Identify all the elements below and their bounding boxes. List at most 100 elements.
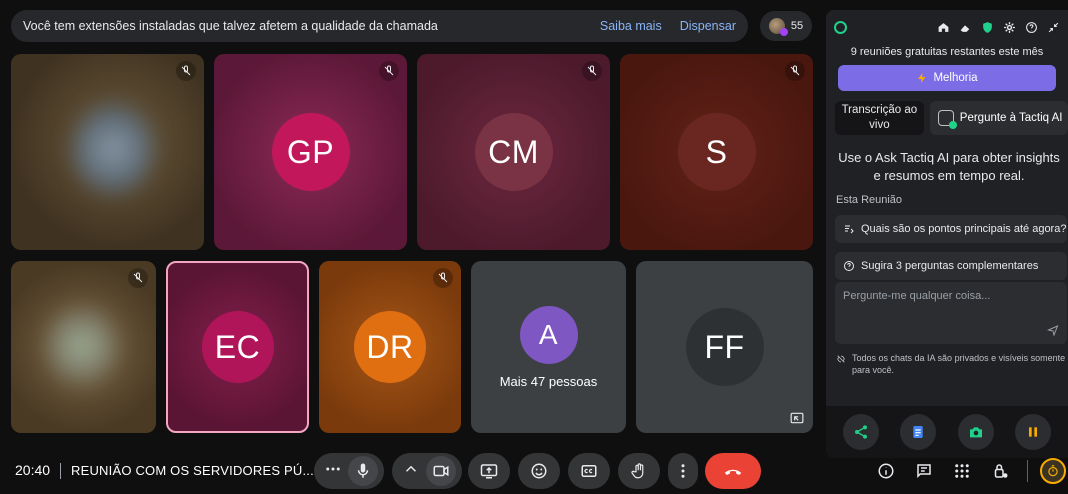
muted-mic-icon — [176, 61, 196, 81]
muted-mic-icon — [433, 268, 453, 288]
avatar-ec: EC — [201, 311, 274, 383]
more-vert-icon — [681, 464, 685, 478]
notice-text: Você tem extensões instaladas que talvez… — [23, 19, 438, 33]
private-icon — [837, 355, 845, 363]
raise-hand-button[interactable] — [618, 453, 660, 489]
reactions-button[interactable] — [518, 453, 560, 489]
extensions-notice: Você tem extensões instaladas que talvez… — [11, 10, 748, 42]
learn-more-link[interactable]: Saiba mais — [600, 19, 662, 33]
suggestion-label: Sugira 3 perguntas complementares — [861, 260, 1039, 273]
captions-button[interactable] — [568, 453, 610, 489]
suggestion-label: Quais são os pontos principais até agora… — [861, 223, 1067, 236]
tactiq-panel: 9 reuniões gratuitas restantes este mês … — [826, 10, 1068, 458]
hand-icon — [631, 463, 644, 479]
activities-icon[interactable] — [952, 461, 972, 481]
more-options-button[interactable] — [668, 453, 698, 489]
tile-cm[interactable]: CM — [417, 54, 610, 250]
divider — [60, 463, 61, 479]
suggestion-follow-up[interactable]: Sugira 3 perguntas complementares — [835, 252, 1067, 281]
ask-ai-icon — [937, 110, 957, 129]
muted-mic-icon — [128, 268, 148, 288]
tab-live-transcription[interactable]: Transcrição ao vivo — [835, 101, 924, 135]
present-button[interactable] — [468, 453, 510, 489]
lightning-icon — [918, 73, 926, 83]
privacy-text: Todos os chats da IA são privados e visí… — [852, 353, 1066, 376]
panel-toolbar — [826, 10, 1068, 44]
avatar-cm: CM — [474, 113, 553, 191]
emoji-icon — [531, 463, 547, 479]
meet-window: Você tem extensões instaladas que talvez… — [0, 0, 1068, 494]
tile-s[interactable]: S — [620, 54, 813, 250]
participants-chip[interactable]: 55 — [760, 11, 812, 41]
ask-input[interactable]: Pergunte-me qualquer coisa... — [835, 282, 1067, 345]
avatar-s: S — [677, 113, 756, 191]
tile-video-1[interactable] — [11, 54, 204, 250]
chat-icon[interactable] — [914, 461, 934, 481]
participant-count: 55 — [790, 20, 804, 32]
shield-icon[interactable] — [981, 21, 994, 34]
section-label: Esta Reunião — [836, 194, 903, 207]
privacy-note: Todos os chats da IA são privados e visí… — [836, 352, 1068, 376]
free-meetings-note: 9 reuniões gratuitas restantes este mês — [850, 46, 1044, 58]
tab-ask-tactiq[interactable]: Pergunte à Tactiq AI — [929, 101, 1068, 135]
tile-gp[interactable]: GP — [214, 54, 407, 250]
microphone-button[interactable] — [348, 456, 378, 486]
summary-icon — [845, 225, 854, 234]
blurred-video — [47, 307, 117, 385]
avatar-gp: GP — [271, 113, 350, 191]
tab-ask-label: Pergunte à Tactiq AI — [959, 111, 1063, 124]
upgrade-label: Melhoria — [933, 72, 978, 84]
more-people-label: Mais 47 pessoas — [499, 373, 598, 389]
pause-transcription-button[interactable] — [1015, 414, 1052, 450]
question-icon — [844, 261, 854, 272]
share-icon — [854, 425, 867, 439]
collapse-icon[interactable] — [1047, 21, 1060, 34]
pip-icon[interactable] — [789, 411, 805, 425]
muted-mic-icon — [785, 61, 805, 81]
divider — [1027, 460, 1028, 482]
chevron-up-icon[interactable] — [402, 460, 420, 483]
camera-button[interactable] — [426, 456, 456, 486]
google-docs-icon — [913, 426, 923, 438]
meeting-name: REUNIÃO COM OS SERVIDORES PÚ... — [71, 463, 314, 478]
avatar-dr: DR — [354, 311, 426, 383]
screenshot-button[interactable] — [957, 414, 994, 450]
dismiss-link[interactable]: Dispensar — [680, 19, 736, 33]
tactiq-logo-icon — [834, 20, 847, 34]
docs-button[interactable] — [900, 414, 937, 450]
blurred-video — [73, 104, 153, 194]
camera-control — [392, 453, 462, 489]
gear-icon[interactable] — [1003, 21, 1016, 34]
muted-mic-icon — [582, 61, 602, 81]
suggestion-key-points[interactable]: Quais são os pontos principais até agora… — [835, 215, 1067, 244]
more-audio-options-icon[interactable] — [324, 460, 342, 483]
tactiq-timer-icon[interactable] — [1040, 458, 1066, 484]
present-screen-icon — [480, 464, 498, 479]
info-icon[interactable] — [876, 461, 896, 481]
help-icon[interactable] — [1025, 21, 1038, 34]
participant-avatar — [768, 18, 788, 36]
mic-control — [314, 453, 384, 489]
send-icon[interactable] — [1047, 324, 1059, 337]
clock: 20:40 — [15, 462, 51, 478]
camera-icon — [969, 427, 982, 438]
ask-input-placeholder: Pergunte-me qualquer coisa... — [843, 290, 991, 303]
muted-mic-icon — [379, 61, 399, 81]
leave-call-button[interactable] — [705, 453, 761, 489]
panel-tabs: Transcrição ao vivo Pergunte à Tactiq AI — [835, 101, 1068, 135]
tile-ec-active-speaker[interactable]: EC — [166, 261, 309, 433]
share-button[interactable] — [842, 414, 879, 450]
eraser-icon[interactable] — [959, 21, 972, 34]
tile-video-2[interactable] — [11, 261, 156, 433]
panel-actions — [826, 406, 1068, 458]
avatar-a: A — [519, 305, 578, 364]
tile-ff[interactable]: FF — [636, 261, 813, 433]
upgrade-button[interactable]: Melhoria — [838, 65, 1056, 91]
tile-dr[interactable]: DR — [319, 261, 461, 433]
home-icon[interactable] — [937, 21, 950, 34]
ask-intro-text: Use o Ask Tactiq AI para obter insights … — [838, 150, 1060, 183]
pause-icon — [1029, 427, 1038, 437]
cc-icon — [581, 465, 597, 477]
tile-more-people[interactable]: A Mais 47 pessoas — [471, 261, 626, 433]
host-controls-icon[interactable] — [990, 461, 1010, 481]
